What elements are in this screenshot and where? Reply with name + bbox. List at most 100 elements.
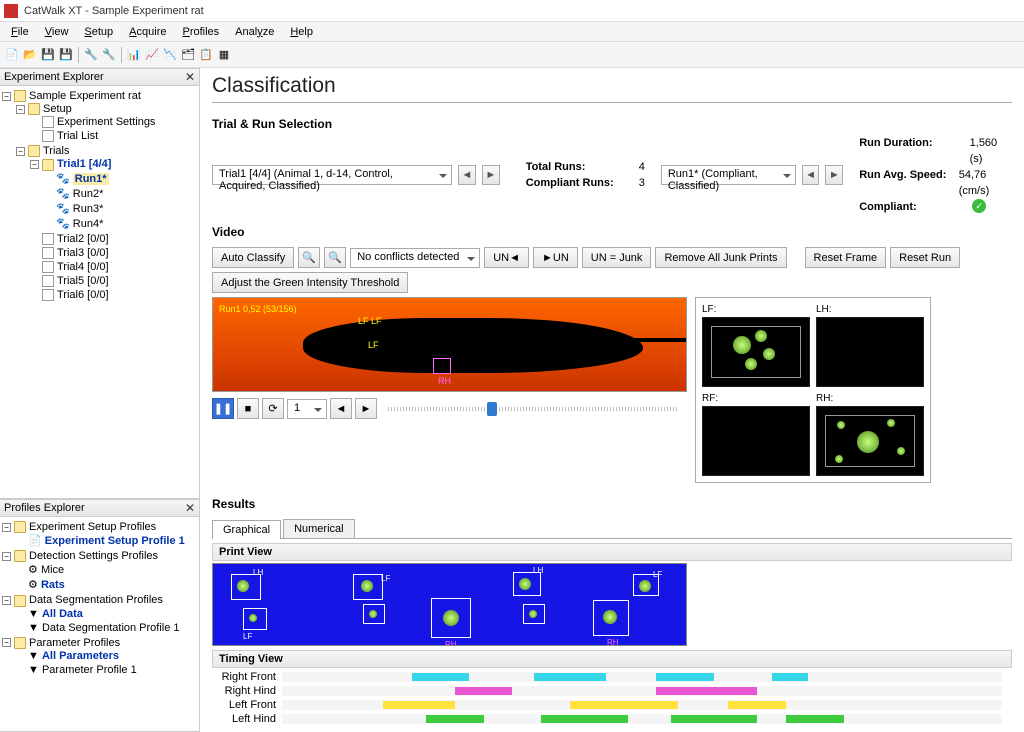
menu-analyze[interactable]: Analyze: [227, 24, 282, 40]
tree-toggle[interactable]: −: [16, 147, 25, 156]
close-icon[interactable]: ✕: [185, 501, 195, 515]
prev-trial-button[interactable]: ◄: [458, 165, 476, 185]
tree-esp1[interactable]: Experiment Setup Profile 1: [45, 535, 185, 547]
menu-file[interactable]: File: [3, 24, 37, 40]
tb-new-icon[interactable]: 📄: [4, 47, 20, 63]
tb-icon-8[interactable]: 📈: [144, 47, 160, 63]
auto-classify-button[interactable]: Auto Classify: [212, 247, 294, 268]
tree-trial1[interactable]: Trial1 [4/4]: [57, 158, 111, 170]
tree-toggle[interactable]: −: [2, 523, 11, 532]
prev-run-button[interactable]: ◄: [802, 165, 820, 185]
tree-dseg1[interactable]: Data Segmentation Profile 1: [42, 622, 180, 634]
tree-trial2[interactable]: Trial2 [0/0]: [57, 233, 109, 245]
tv-lh-track[interactable]: [282, 714, 1002, 724]
tree-run3[interactable]: Run3*: [73, 203, 104, 215]
tree-mice[interactable]: Mice: [41, 564, 64, 576]
tree-trial3[interactable]: Trial3 [0/0]: [57, 247, 109, 259]
tb-open-icon[interactable]: 📂: [22, 47, 38, 63]
reset-frame-button[interactable]: Reset Frame: [805, 247, 887, 268]
tb-icon-11[interactable]: 📋: [198, 47, 214, 63]
tab-graphical[interactable]: Graphical: [212, 520, 281, 539]
loop-button[interactable]: ⟳: [262, 398, 284, 419]
tree-allparam[interactable]: All Parameters: [42, 650, 119, 662]
reset-run-button[interactable]: Reset Run: [890, 247, 960, 268]
step-fwd-button[interactable]: ►: [355, 398, 377, 419]
tree-alldata[interactable]: All Data: [42, 608, 83, 620]
stop-button[interactable]: ■: [237, 398, 259, 419]
run-dropdown[interactable]: Run1* (Compliant, Classified): [661, 165, 796, 185]
tree-rats[interactable]: Rats: [41, 579, 65, 591]
tree-pp1[interactable]: Parameter Profile 1: [42, 664, 137, 676]
conflicts-dropdown[interactable]: No conflicts detected: [350, 248, 480, 268]
menu-view[interactable]: View: [37, 24, 77, 40]
tree-toggle[interactable]: −: [2, 92, 11, 101]
page-icon: [42, 247, 54, 259]
next-trial-button[interactable]: ►: [482, 165, 500, 185]
tree-exp-settings[interactable]: Experiment Settings: [57, 116, 155, 128]
results-header: Results: [212, 497, 1012, 511]
tree-setup[interactable]: Setup: [43, 103, 72, 115]
tb-icon-10[interactable]: 🗂: [180, 47, 196, 63]
tree-trial-list[interactable]: Trial List: [57, 130, 98, 142]
paw-rf-view[interactable]: [702, 406, 810, 476]
tb-icon-5[interactable]: 🔧: [83, 47, 99, 63]
next-run-button[interactable]: ►: [825, 165, 843, 185]
tree-dsegp[interactable]: Data Segmentation Profiles: [29, 594, 163, 606]
zoom-out-button[interactable]: 🔍: [324, 247, 346, 268]
tree-run2[interactable]: Run2*: [73, 188, 104, 200]
paw-lh-view[interactable]: [816, 317, 924, 387]
un-junk-button[interactable]: UN = Junk: [582, 247, 652, 268]
progress-slider[interactable]: [388, 407, 679, 411]
tree-run4[interactable]: Run4*: [73, 218, 104, 230]
tree-root[interactable]: Sample Experiment rat: [29, 90, 141, 102]
menu-setup[interactable]: Setup: [76, 24, 121, 40]
profile-icon: ⚙: [28, 579, 38, 591]
tree-trial5[interactable]: Trial5 [0/0]: [57, 275, 109, 287]
tb-icon-9[interactable]: 📉: [162, 47, 178, 63]
menu-acquire[interactable]: Acquire: [121, 24, 174, 40]
trial-dropdown[interactable]: Trial1 [4/4] (Animal 1, d-14, Control, A…: [212, 165, 452, 185]
menu-profiles[interactable]: Profiles: [174, 24, 227, 40]
tree-esp[interactable]: Experiment Setup Profiles: [29, 521, 156, 533]
tv-rf-track[interactable]: [282, 672, 1002, 682]
paw-lf-view[interactable]: [702, 317, 810, 387]
slider-thumb[interactable]: [487, 402, 497, 416]
un-next-button[interactable]: ► UN: [533, 247, 578, 268]
tb-saveall-icon[interactable]: 💾: [58, 47, 74, 63]
adjust-green-button[interactable]: Adjust the Green Intensity Threshold: [212, 272, 408, 293]
tree-trial6[interactable]: Trial6 [0/0]: [57, 289, 109, 301]
tree-toggle[interactable]: −: [16, 105, 25, 114]
zoom-in-button[interactable]: 🔍: [298, 247, 320, 268]
compliant-label: Compliant:: [859, 199, 964, 215]
un-prev-button[interactable]: UN ◄: [484, 247, 529, 268]
filter-icon: ▼: [28, 650, 39, 662]
folder-icon: [14, 595, 26, 607]
tree-toggle[interactable]: −: [30, 160, 39, 169]
print-view[interactable]: LH LF LF RH LH RH LF: [212, 563, 687, 646]
tab-numerical[interactable]: Numerical: [283, 519, 355, 538]
tb-save-icon[interactable]: 💾: [40, 47, 56, 63]
paw-rh-view[interactable]: [816, 406, 924, 476]
video-frame[interactable]: Run1 0,52 (53/156) LF LF LF RH: [212, 297, 687, 392]
tree-toggle[interactable]: −: [2, 638, 11, 647]
menu-help[interactable]: Help: [282, 24, 321, 40]
pause-button[interactable]: ❚❚: [212, 398, 234, 419]
panel-title: Profiles Explorer: [4, 502, 85, 514]
tree-trials[interactable]: Trials: [43, 145, 69, 157]
frame-select[interactable]: 1: [287, 399, 327, 419]
tb-icon-7[interactable]: 📊: [126, 47, 142, 63]
tb-icon-6[interactable]: 🔧: [101, 47, 117, 63]
close-icon[interactable]: ✕: [185, 70, 195, 84]
tv-rh-track[interactable]: [282, 686, 1002, 696]
tree-trial4[interactable]: Trial4 [0/0]: [57, 261, 109, 273]
tb-icon-12[interactable]: ▦: [216, 47, 232, 63]
tree-run1[interactable]: Run1*: [73, 173, 109, 185]
remove-junk-button[interactable]: Remove All Junk Prints: [655, 247, 786, 268]
tree-toggle[interactable]: −: [2, 552, 11, 561]
tree-pp[interactable]: Parameter Profiles: [29, 637, 120, 649]
tree-toggle[interactable]: −: [2, 596, 11, 605]
toolbar-separator: [121, 47, 122, 63]
tree-dsp[interactable]: Detection Settings Profiles: [29, 550, 158, 562]
tv-lf-track[interactable]: [282, 700, 1002, 710]
step-back-button[interactable]: ◄: [330, 398, 352, 419]
